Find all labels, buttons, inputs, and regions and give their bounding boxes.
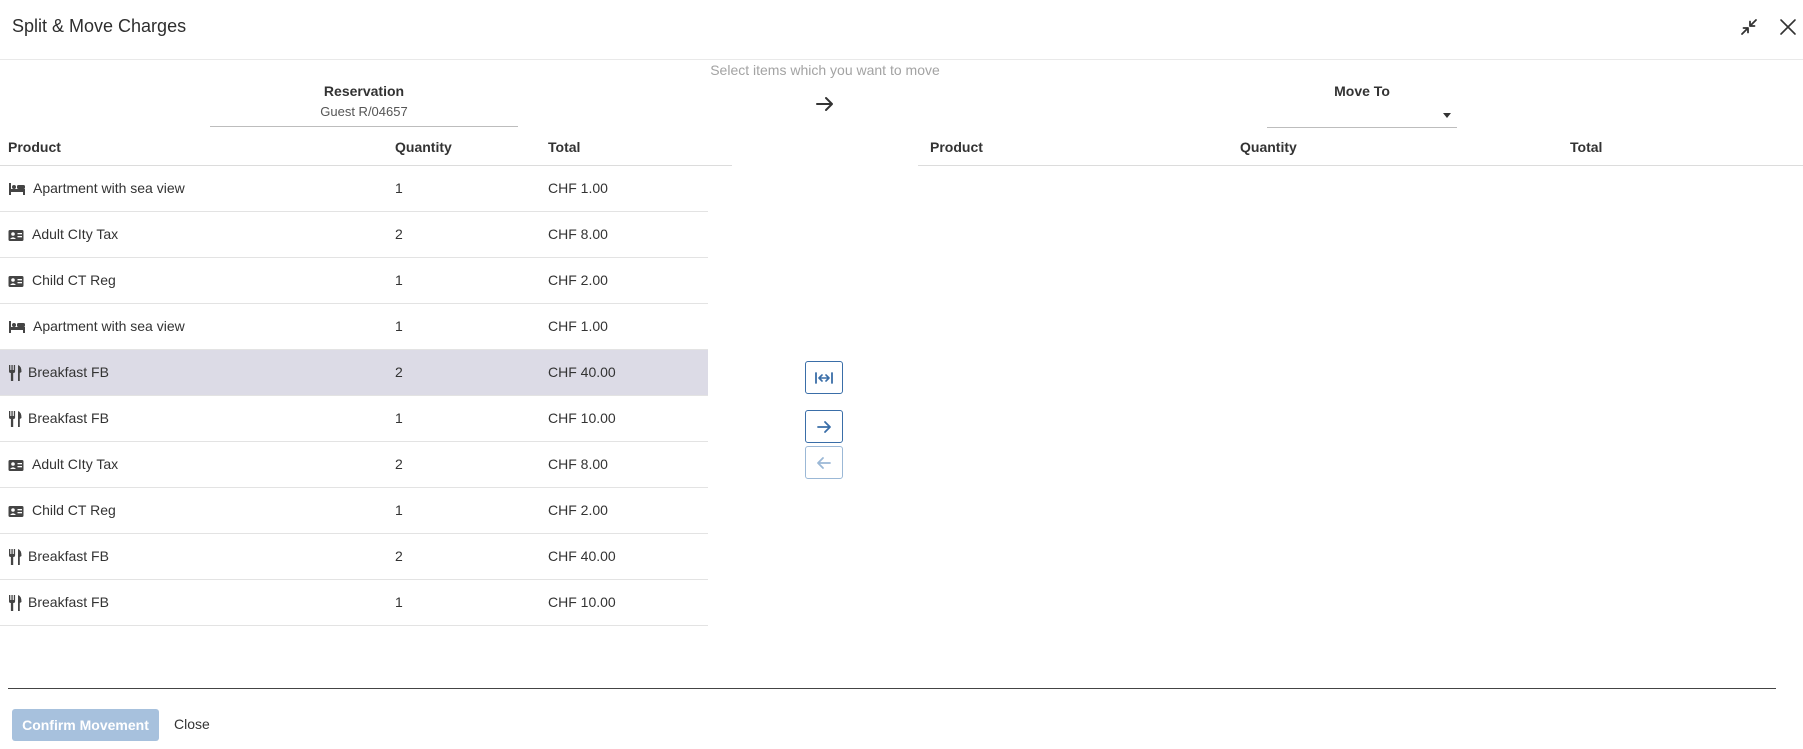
row-product: Apartment with sea view	[33, 180, 185, 196]
target-column-header-product: Product	[930, 139, 983, 155]
column-header-quantity: Quantity	[395, 139, 452, 155]
row-product: Adult CIty Tax	[32, 226, 119, 242]
row-product: Child CT Reg	[32, 272, 116, 288]
row-total: CHF 8.00	[548, 456, 608, 472]
table-row[interactable]: Apartment with sea view 1 CHF 1.00	[0, 166, 708, 212]
row-total: CHF 1.00	[548, 318, 608, 334]
target-column-header-quantity: Quantity	[1240, 139, 1297, 155]
row-product: Breakfast FB	[28, 364, 109, 380]
row-product: Breakfast FB	[28, 410, 109, 426]
utensils-icon	[8, 549, 26, 565]
row-product: Breakfast FB	[28, 594, 109, 610]
row-product: Breakfast FB	[28, 548, 109, 564]
confirm-movement-button[interactable]: Confirm Movement	[12, 709, 159, 741]
row-quantity: 1	[395, 180, 403, 196]
utensils-icon	[8, 595, 26, 611]
target-column-header-total: Total	[1570, 139, 1603, 155]
row-total: CHF 8.00	[548, 226, 608, 242]
move-hint: Select items which you want to move	[710, 62, 940, 78]
row-quantity: 2	[395, 364, 403, 380]
table-row[interactable]: Child CT Reg 1 CHF 2.00	[0, 258, 708, 304]
row-quantity: 1	[395, 272, 403, 288]
arrow-right-icon	[816, 97, 833, 111]
row-product: Apartment with sea view	[33, 318, 185, 334]
move-left-button[interactable]	[805, 446, 843, 479]
footer-divider	[8, 688, 1776, 689]
row-total: CHF 40.00	[548, 364, 616, 380]
table-row[interactable]: Breakfast FB 2 CHF 40.00	[0, 534, 708, 580]
source-table: Product Quantity Total Apartment with se…	[0, 133, 732, 626]
minimize-button[interactable]	[1736, 14, 1762, 40]
compress-icon	[1741, 19, 1757, 35]
table-row[interactable]: Child CT Reg 1 CHF 2.00	[0, 488, 708, 534]
utensils-icon	[8, 411, 26, 427]
dialog-header: Split & Move Charges	[0, 0, 1803, 60]
row-total: CHF 2.00	[548, 272, 608, 288]
row-total: CHF 1.00	[548, 180, 608, 196]
row-quantity: 1	[395, 594, 403, 610]
utensils-icon	[8, 365, 26, 381]
split-arrows-icon	[815, 371, 833, 384]
row-quantity: 2	[395, 456, 403, 472]
column-header-total: Total	[548, 139, 581, 155]
table-row[interactable]: Adult CIty Tax 2 CHF 8.00	[0, 442, 708, 488]
table-row[interactable]: Breakfast FB 1 CHF 10.00	[0, 396, 708, 442]
row-quantity: 1	[395, 318, 403, 334]
row-quantity: 1	[395, 502, 403, 518]
column-header-product: Product	[8, 139, 61, 155]
table-row[interactable]: Apartment with sea view 1 CHF 1.00	[0, 304, 708, 350]
row-quantity: 2	[395, 226, 403, 242]
id-card-icon	[8, 503, 26, 519]
source-label: Reservation	[323, 83, 405, 99]
dialog-title: Split & Move Charges	[12, 16, 187, 36]
row-total: CHF 40.00	[548, 548, 616, 564]
row-total: CHF 10.00	[548, 410, 616, 426]
row-total: CHF 2.00	[548, 502, 608, 518]
arrow-right-icon	[817, 420, 831, 433]
move-to-select[interactable]	[1267, 104, 1457, 128]
id-card-icon	[8, 457, 26, 473]
bed-icon	[8, 319, 26, 335]
table-row[interactable]: Breakfast FB 2 CHF 40.00	[0, 350, 708, 396]
target-label: Move To	[1334, 83, 1390, 99]
row-product: Adult CIty Tax	[32, 456, 119, 472]
chevron-down-icon	[1443, 113, 1451, 118]
table-row[interactable]: Adult CIty Tax 2 CHF 8.00	[0, 212, 708, 258]
row-product: Child CT Reg	[32, 502, 116, 518]
close-icon	[1780, 19, 1796, 35]
move-all-button[interactable]	[805, 361, 843, 394]
row-total: CHF 10.00	[548, 594, 616, 610]
close-button[interactable]: Close	[174, 716, 210, 732]
source-reservation-field[interactable]: Guest R/04657	[210, 104, 518, 127]
close-dialog-button[interactable]	[1775, 14, 1801, 40]
table-row[interactable]: Breakfast FB 1 CHF 10.00	[0, 580, 708, 626]
row-quantity: 2	[395, 548, 403, 564]
row-quantity: 1	[395, 410, 403, 426]
target-table-header: Product Quantity Total	[918, 133, 1803, 166]
bed-icon	[8, 181, 26, 197]
id-card-icon	[8, 227, 26, 243]
id-card-icon	[8, 273, 26, 289]
arrow-left-icon	[817, 456, 831, 469]
move-right-button[interactable]	[805, 410, 843, 443]
source-table-header: Product Quantity Total	[0, 133, 732, 166]
source-table-body: Apartment with sea view 1 CHF 1.00 Adult CI…	[0, 166, 708, 626]
